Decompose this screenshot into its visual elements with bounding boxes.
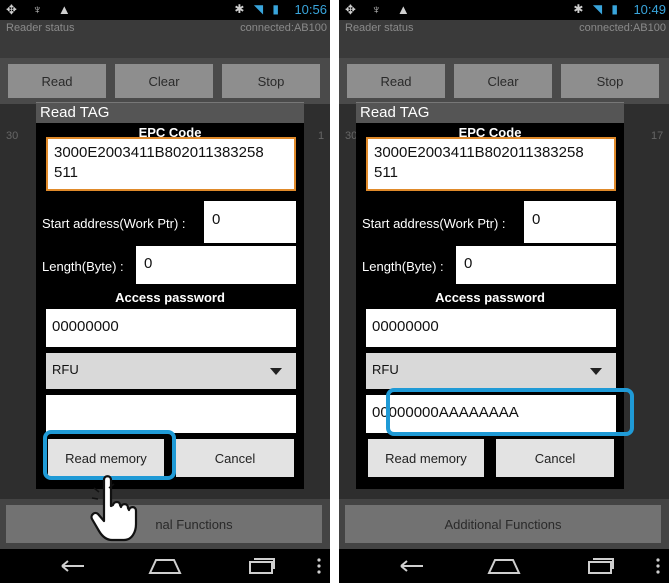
read-data-field[interactable] [46, 395, 296, 433]
toolbar: Read Clear Stop [339, 58, 669, 104]
epc-code-field[interactable]: 3000E2003411B802011383258 511 [366, 137, 616, 191]
status-bar: ✥ ♆ ▲ ✱ ◥ ▮ 10:49 [339, 0, 669, 20]
access-password-label: Access password [435, 290, 545, 305]
memory-bank-value: RFU [372, 362, 399, 377]
access-password-input[interactable]: 00000000 [46, 309, 296, 347]
read-memory-button[interactable]: Read memory [368, 439, 484, 477]
reader-status-value: connected:AB100 [240, 22, 327, 34]
start-address-label: Start address(Work Ptr) : [362, 216, 506, 231]
home-icon[interactable] [148, 558, 182, 574]
dialog-title: Read TAG [36, 103, 304, 123]
overflow-menu-icon[interactable] [655, 558, 661, 574]
navigation-bar [339, 549, 669, 583]
status-bar: ✥ ♆ ▲ ✱ ◥ ▮ 10:56 [0, 0, 330, 20]
access-password-input[interactable]: 00000000 [366, 309, 616, 347]
reader-status-label: Reader status [6, 22, 75, 34]
toolbar: Read Clear Stop [0, 58, 330, 104]
bottom-bar: nal Functions [0, 499, 330, 549]
access-password-label: Access password [115, 290, 225, 305]
additional-functions-button[interactable]: Additional Functions [345, 505, 661, 543]
memory-bank-select[interactable]: RFU [366, 353, 616, 389]
system-status-icons: ✱ ◥ ▮ [234, 2, 282, 16]
dropdown-arrow-icon [270, 368, 282, 375]
reader-status-bar: Reader status connected:AB100 [339, 20, 669, 58]
clear-button[interactable]: Clear [454, 64, 552, 98]
phone-screen-left: ✥ ♆ ▲ ✱ ◥ ▮ 10:56 Reader status connecte… [0, 0, 330, 583]
start-address-label: Start address(Work Ptr) : [42, 216, 186, 231]
start-address-input[interactable]: 0 [204, 201, 296, 243]
dialog-title: Read TAG [356, 103, 624, 123]
memory-bank-select[interactable]: RFU [46, 353, 296, 389]
cancel-button[interactable]: Cancel [176, 439, 294, 477]
read-button[interactable]: Read [347, 64, 445, 98]
clear-button[interactable]: Clear [115, 64, 213, 98]
length-label: Length(Byte) : [362, 259, 444, 274]
read-data-highlight [386, 388, 634, 436]
status-time: 10:49 [633, 2, 666, 17]
epc-code-line2: 511 [54, 164, 78, 181]
back-icon[interactable] [397, 558, 427, 574]
memory-bank-value: RFU [52, 362, 79, 377]
read-button[interactable]: Read [8, 64, 106, 98]
epc-code-field[interactable]: 3000E2003411B802011383258 511 [46, 137, 296, 191]
list-count-fragment: 1 [318, 130, 325, 142]
reader-status-value: connected:AB100 [579, 22, 666, 34]
epc-code-line2: 511 [374, 164, 398, 181]
stop-button[interactable]: Stop [561, 64, 659, 98]
list-count-fragment: 17 [651, 130, 664, 142]
epc-code-line1: 3000E2003411B802011383258 [54, 144, 264, 161]
navigation-bar [0, 549, 330, 583]
pointing-hand-icon [90, 475, 138, 542]
read-memory-highlight [43, 430, 176, 480]
system-status-icons: ✱ ◥ ▮ [573, 2, 621, 16]
notification-icons: ✥ ♆ ▲ [6, 2, 77, 17]
home-icon[interactable] [487, 558, 521, 574]
dropdown-arrow-icon [590, 368, 602, 375]
recent-apps-icon[interactable] [585, 558, 615, 574]
reader-status-label: Reader status [345, 22, 414, 34]
list-row-fragment: 30 [6, 130, 19, 142]
epc-code-line1: 3000E2003411B802011383258 [374, 144, 584, 161]
phone-screen-right: ✥ ♆ ▲ ✱ ◥ ▮ 10:49 Reader status connecte… [339, 0, 669, 583]
overflow-menu-icon[interactable] [316, 558, 322, 574]
back-icon[interactable] [58, 558, 88, 574]
stop-button[interactable]: Stop [222, 64, 320, 98]
bottom-bar: Additional Functions [339, 499, 669, 549]
start-address-input[interactable]: 0 [524, 201, 616, 243]
additional-functions-label: nal Functions [155, 516, 233, 532]
cancel-button[interactable]: Cancel [496, 439, 614, 477]
status-time: 10:56 [294, 2, 327, 17]
recent-apps-icon[interactable] [246, 558, 276, 574]
notification-icons: ✥ ♆ ▲ [345, 2, 416, 17]
length-input[interactable]: 0 [136, 246, 296, 284]
length-label: Length(Byte) : [42, 259, 124, 274]
reader-status-bar: Reader status connected:AB100 [0, 20, 330, 58]
additional-functions-button[interactable]: nal Functions [6, 505, 322, 543]
length-input[interactable]: 0 [456, 246, 616, 284]
